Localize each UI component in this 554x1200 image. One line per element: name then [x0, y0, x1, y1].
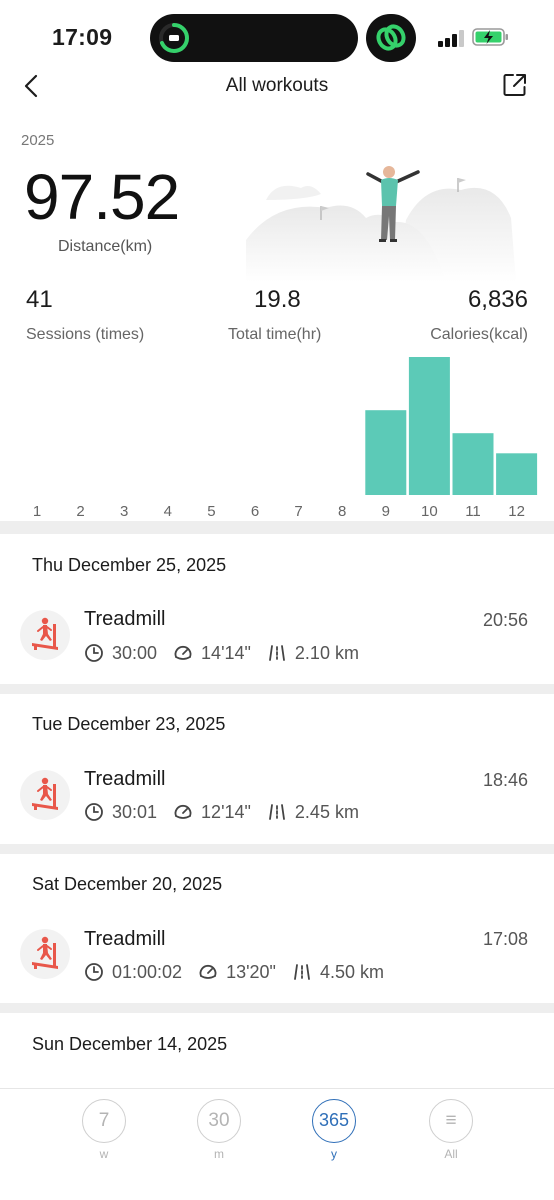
page-title: All workouts [225, 75, 329, 96]
cellular-signal-icon [438, 29, 464, 47]
live-activity-icon [366, 14, 416, 62]
workout-metrics: 30:00 14'14" 2.10 km [84, 641, 375, 665]
chart-bar-month-12 [496, 453, 538, 495]
workout-name[interactable]: Treadmill [84, 608, 166, 631]
section-divider [0, 1003, 554, 1013]
hero-illustration [246, 166, 516, 282]
workout-start-time: 20:56 [482, 610, 528, 630]
x-tick-label: 5 [207, 503, 215, 520]
pace-icon [199, 964, 217, 979]
workout-date: Thu December 25, 2025 [32, 555, 227, 575]
section-divider [0, 844, 554, 854]
x-tick-label: 1 [33, 503, 41, 520]
tab-all[interactable]: ≡ All [421, 1099, 481, 1169]
workout-start-time: 17:08 [482, 929, 528, 949]
pace-icon [174, 804, 192, 819]
year-label: 2025 [21, 132, 55, 149]
x-tick-label: 8 [338, 503, 346, 520]
workout-metrics: 01:00:02 13'20" 4.50 km [84, 960, 400, 984]
x-tick-label: 10 [421, 503, 438, 520]
x-tick-label: 6 [251, 503, 259, 520]
tab-week[interactable]: 7 w [74, 1099, 134, 1169]
pace-icon [174, 645, 192, 660]
workout-pace: 14'14" [201, 642, 251, 663]
workout-distance: 2.10 km [294, 642, 359, 663]
chart-bar-month-10 [408, 357, 450, 495]
calories-value: 6,836 [467, 286, 528, 313]
clock-icon [85, 803, 103, 821]
dynamic-island [150, 14, 358, 62]
chart-bar-month-11 [452, 433, 494, 495]
total-time-value: 19.8 [254, 286, 301, 313]
workout-distance: 2.45 km [294, 801, 359, 822]
workout-name[interactable]: Treadmill [84, 768, 166, 791]
x-tick-label: 12 [508, 503, 525, 520]
workout-date: Sat December 20, 2025 [32, 874, 223, 894]
x-tick-label: 2 [76, 503, 84, 520]
clock-icon [85, 963, 103, 981]
distance-label: Distance(km) [58, 238, 153, 255]
menu-icon: ≡ [429, 1099, 473, 1143]
workout-pace: 12'14" [201, 801, 251, 822]
workout-metrics: 30:01 12'14" 2.45 km [84, 800, 375, 824]
workout-duration: 30:00 [112, 642, 158, 663]
status-time: 17:09 [52, 24, 113, 50]
distance-icon [294, 964, 310, 980]
battery-charging-icon [472, 28, 508, 46]
distance-icon [269, 645, 285, 661]
workout-start-time: 18:46 [482, 770, 528, 790]
workout-duration: 30:01 [112, 801, 158, 822]
treadmill-icon [20, 610, 70, 660]
treadmill-icon [20, 929, 70, 979]
activity-ring-icon [159, 23, 189, 53]
tab-month[interactable]: 30 m [189, 1099, 249, 1169]
distance-icon [269, 804, 285, 820]
monthly-bar-chart: 1 2 3 4 5 6 7 8 9 10 11 12 [33, 357, 538, 520]
workout-name[interactable]: Treadmill [84, 928, 166, 951]
chart-bar-month-9 [365, 410, 407, 495]
treadmill-icon [20, 770, 70, 820]
x-tick-label: 7 [294, 503, 302, 520]
workout-date: Tue December 23, 2025 [32, 714, 226, 734]
x-tick-label: 3 [120, 503, 128, 520]
section-divider [0, 521, 554, 534]
x-tick-label: 11 [465, 503, 481, 520]
workout-distance: 4.50 km [319, 961, 384, 982]
status-bar: 17:09 [0, 0, 554, 72]
workout-date: Sun December 14, 2025 [32, 1034, 228, 1054]
navigation-bar: All workouts [0, 64, 554, 108]
distance-value: 97.52 [24, 161, 180, 233]
workout-pace: 13'20" [226, 961, 276, 982]
section-divider [0, 684, 554, 694]
x-tick-label: 9 [382, 503, 390, 520]
x-tick-label: 4 [164, 503, 172, 520]
tab-year[interactable]: 365 y [304, 1099, 364, 1169]
clock-icon [85, 644, 103, 662]
sessions-value: 41 [26, 286, 53, 313]
share-icon[interactable] [502, 72, 528, 98]
workout-duration: 01:00:02 [112, 961, 183, 982]
period-tab-bar: 7 w 30 m 365 y ≡ All [0, 1088, 554, 1200]
